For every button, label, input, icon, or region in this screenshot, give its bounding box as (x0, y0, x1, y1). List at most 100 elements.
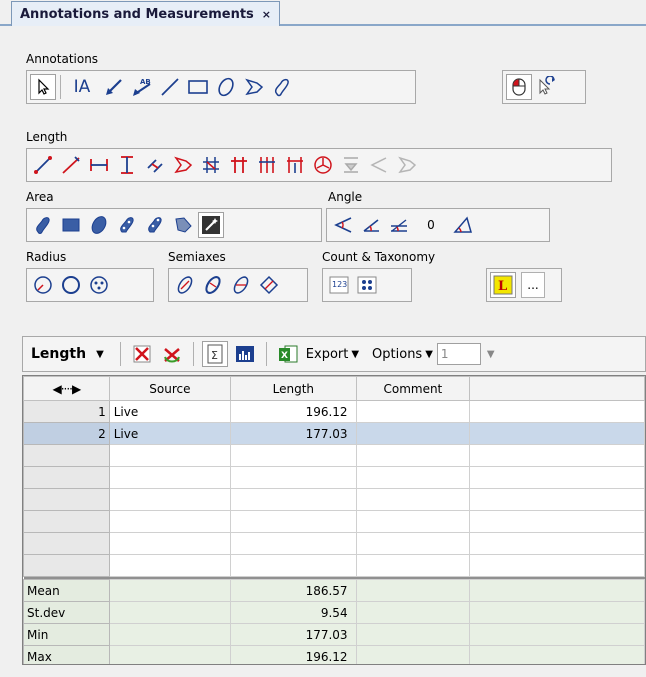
delete-selected-icon[interactable] (159, 341, 185, 367)
column-header-resize[interactable]: ◀····▶ (23, 376, 110, 401)
stats-row: Mean 186.57 (23, 579, 645, 602)
separator (60, 75, 61, 99)
angle-tool-icon[interactable] (330, 212, 356, 238)
wand-area-icon[interactable] (114, 212, 140, 238)
ellipse-area-icon[interactable] (86, 212, 112, 238)
angle-three-point-icon[interactable] (358, 212, 384, 238)
auto-area-icon[interactable] (142, 212, 168, 238)
cell-comment[interactable] (355, 422, 471, 445)
distance-length-icon[interactable] (282, 152, 308, 178)
cell-source[interactable]: Live (108, 422, 232, 445)
angle-label: Angle (328, 190, 363, 204)
disabled-tool-icon[interactable] (338, 152, 364, 178)
area-label: Area (26, 190, 54, 204)
column-header-source[interactable]: Source (108, 376, 232, 401)
polygon-tool-icon[interactable] (241, 74, 267, 100)
labeled-arrow-tool-icon[interactable]: AB (129, 74, 155, 100)
angle-four-point-icon[interactable] (386, 212, 412, 238)
magic-wand-icon[interactable] (198, 212, 224, 238)
separator (265, 342, 267, 366)
stat-value: 9.54 (230, 601, 357, 624)
rectangle-area-icon[interactable] (58, 212, 84, 238)
stats-row: St.dev 9.54 (23, 601, 645, 624)
radius-circle-icon[interactable] (30, 272, 56, 298)
stat-label: Max (23, 645, 110, 664)
freehand-tool-icon[interactable] (269, 74, 295, 100)
freehand-area-icon[interactable] (30, 212, 56, 238)
options-label[interactable]: Options (372, 347, 422, 362)
separator (119, 342, 121, 366)
statistics-icon[interactable]: Σ (201, 341, 228, 367)
export-label[interactable]: Export (306, 347, 349, 362)
angle-zero-button[interactable]: 0 (414, 212, 448, 238)
stat-label: Mean (23, 579, 110, 602)
taxonomy-label-icon[interactable]: L (490, 272, 516, 298)
mouse-icon[interactable] (506, 74, 532, 100)
vertical-length-icon[interactable] (114, 152, 140, 178)
semiaxis-auto-icon[interactable] (200, 272, 226, 298)
horizontal-length-icon[interactable] (86, 152, 112, 178)
semiaxis-ellipse-alt-icon[interactable] (228, 272, 254, 298)
pointer-undo-icon[interactable] (534, 74, 560, 100)
tab-annotations[interactable]: Annotations and Measurements × (11, 1, 281, 26)
cell-comment[interactable] (355, 400, 471, 423)
table-row[interactable]: 1 Live 196.12 (23, 400, 645, 423)
empty-row (23, 444, 645, 467)
count-numbers-icon[interactable]: 123 (326, 272, 352, 298)
rectangle-tool-icon[interactable] (185, 74, 211, 100)
line-tool-icon[interactable] (157, 74, 183, 100)
measurement-toolbar: Length ▼ Σ X Export ▼ Options ▼ 1 ▼ (22, 336, 646, 372)
annotations-toolbar: IA AB (26, 70, 416, 104)
disabled-polygon-icon[interactable] (394, 152, 420, 178)
stat-label: Min (23, 623, 110, 646)
semiaxis-ellipse-icon[interactable] (172, 272, 198, 298)
length-label: Length (26, 130, 68, 144)
spinner-chevron-icon[interactable]: ▼ (487, 349, 495, 360)
arrow-tool-icon[interactable] (101, 74, 127, 100)
disabled-angle-icon[interactable] (366, 152, 392, 178)
excel-export-icon[interactable]: X (275, 341, 301, 367)
cell-length[interactable]: 196.12 (230, 400, 357, 423)
column-header-length[interactable]: Length (230, 376, 357, 401)
measurements-grid: ◀····▶ Source Length Comment 1 Live 196.… (22, 375, 646, 665)
export-chevron-icon[interactable]: ▼ (351, 349, 359, 360)
cell-length[interactable]: 177.03 (230, 422, 357, 445)
diameter-circle-icon[interactable] (58, 272, 84, 298)
polygon-length-icon[interactable] (170, 152, 196, 178)
grid-length-icon[interactable] (198, 152, 224, 178)
ellipse-tool-icon[interactable] (213, 74, 239, 100)
annotations-label: Annotations (26, 52, 99, 66)
length-line-icon[interactable] (30, 152, 56, 178)
polygon-area-icon[interactable] (170, 212, 196, 238)
svg-text:L: L (498, 279, 507, 294)
empty-row (23, 488, 645, 511)
count-dots-icon[interactable] (354, 272, 380, 298)
column-header-comment[interactable]: Comment (355, 376, 471, 401)
row-number[interactable]: 1 (23, 400, 110, 423)
taxonomy-more-button[interactable]: ... (521, 272, 545, 298)
pointer-tool-icon[interactable] (30, 74, 56, 100)
options-chevron-icon[interactable]: ▼ (425, 349, 433, 360)
svg-text:Σ: Σ (211, 349, 218, 362)
row-number[interactable]: 2 (23, 422, 110, 445)
histogram-icon[interactable] (232, 341, 258, 367)
tab-title: Annotations and Measurements (20, 6, 254, 22)
table-row-selected[interactable]: 2 Live 177.03 (23, 422, 645, 445)
cell-source[interactable]: Live (108, 400, 232, 423)
parallel-length-icon[interactable] (226, 152, 252, 178)
mode-dropdown-label[interactable]: Length (31, 346, 86, 362)
delete-all-icon[interactable] (129, 341, 155, 367)
mode-dropdown-chevron-icon[interactable]: ▼ (96, 349, 104, 360)
angle-toolbar: 0 (326, 208, 550, 242)
page-spinner[interactable]: 1 (436, 343, 481, 365)
angle-reference-icon[interactable] (450, 212, 476, 238)
length-polyline-icon[interactable] (58, 152, 84, 178)
three-point-circle-icon[interactable] (86, 272, 112, 298)
perpendicular-length-icon[interactable] (142, 152, 168, 178)
circle-length-icon[interactable] (310, 152, 336, 178)
semiaxis-rhombus-icon[interactable] (256, 272, 282, 298)
multi-parallel-icon[interactable] (254, 152, 280, 178)
text-annotation-button[interactable]: IA (65, 74, 99, 100)
close-icon[interactable]: × (262, 3, 271, 26)
separator (192, 342, 194, 366)
